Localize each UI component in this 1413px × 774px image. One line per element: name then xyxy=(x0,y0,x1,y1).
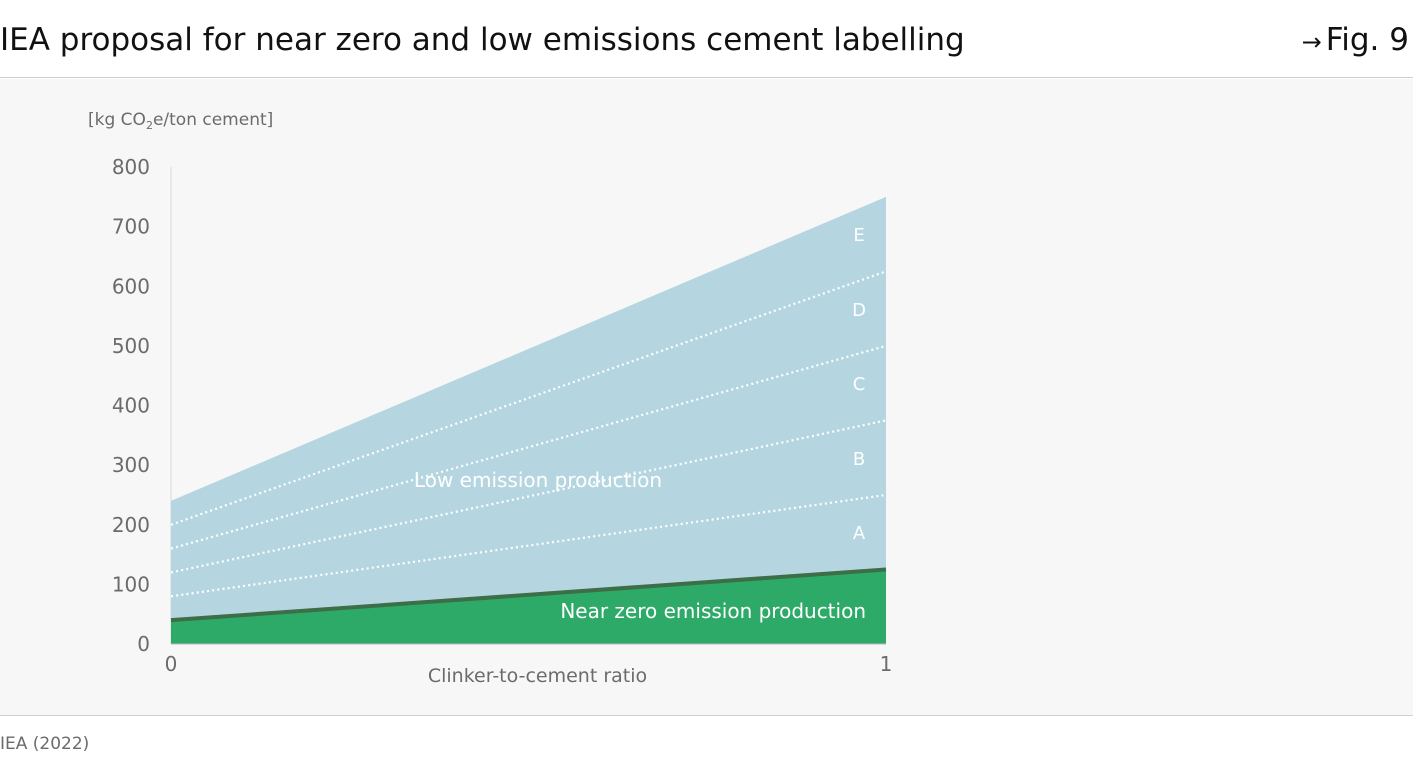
y-tick-label: 500 xyxy=(112,334,150,358)
class-label-d: D xyxy=(852,300,866,321)
x-tick-label: 0 xyxy=(165,652,178,676)
figure-header: IEA proposal for near zero and low emiss… xyxy=(0,0,1413,78)
plot-area: 0 100 200 300 400 500 600 700 800 0 1 Clinker-to-ce… xyxy=(112,155,893,687)
y-tick-label: 700 xyxy=(112,215,150,239)
y-tick-label: 600 xyxy=(112,274,150,298)
footer-divider xyxy=(0,715,1413,716)
source-note: IEA (2022) xyxy=(0,734,90,754)
y-tick-label: 200 xyxy=(112,513,150,537)
class-label-a: A xyxy=(853,523,866,544)
class-label-c: C xyxy=(853,374,866,395)
y-tick-label: 100 xyxy=(112,572,150,596)
low-emission-area xyxy=(171,196,886,621)
figure-title: IEA proposal for near zero and low emiss… xyxy=(0,22,965,58)
low-emission-label: Low emission production xyxy=(414,468,662,492)
chart-svg: [kg CO2e/ton cement] 0 100 200 300 400 500 600… xyxy=(88,110,893,687)
x-tick-label: 1 xyxy=(880,652,893,676)
y-axis-unit-subscript: 2 xyxy=(146,119,153,132)
y-axis-unit-prefix: [kg CO xyxy=(88,110,146,130)
chart-panel: [kg CO2e/ton cement] 0 100 200 300 400 500 600… xyxy=(0,79,1413,715)
y-tick-label: 400 xyxy=(112,394,150,418)
y-axis-unit-suffix: e/ton cement] xyxy=(153,110,273,130)
y-axis-unit-label: [kg CO2e/ton cement] xyxy=(88,110,273,132)
x-axis-label: Clinker-to-cement ratio xyxy=(428,665,647,687)
arrow-right-icon: → xyxy=(1301,28,1322,56)
figure-number: Fig. 9 xyxy=(1325,22,1409,58)
y-tick-label: 0 xyxy=(137,632,150,656)
near-zero-emission-label: Near zero emission production xyxy=(560,599,866,623)
figure-reference: → Fig. 9 xyxy=(1302,20,1409,62)
y-tick-label: 800 xyxy=(112,155,150,179)
class-label-e: E xyxy=(853,225,864,246)
y-tick-label: 300 xyxy=(112,453,150,477)
class-label-b: B xyxy=(853,449,865,470)
